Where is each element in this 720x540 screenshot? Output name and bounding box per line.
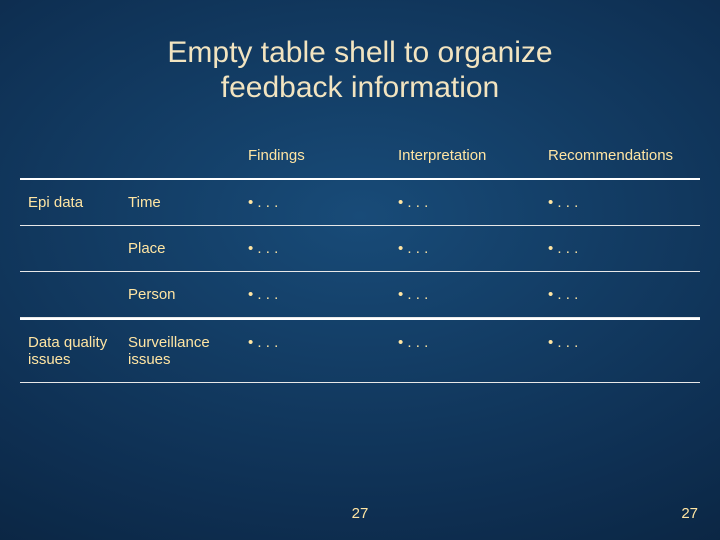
title-line-1: Empty table shell to organize [167,36,552,69]
interpretation-cell: • . . . [390,272,540,318]
interpretation-cell: • . . . [390,179,540,226]
findings-cell: • . . . [240,319,390,383]
slide: Empty table shell to organize feedback i… [0,0,720,540]
table-header-row: Findings Interpretation Recommendations [20,133,700,178]
sub-cell: Surveillance issues [120,319,240,383]
slide-title: Empty table shell to organize feedback i… [0,0,720,115]
findings-cell: • . . . [240,226,390,272]
recommendations-cell: • . . . [540,319,700,383]
table-row: Person • . . . • . . . • . . . [20,272,700,318]
sub-cell: Person [120,272,240,318]
interpretation-cell: • . . . [390,319,540,383]
header-blank-1 [120,133,240,178]
sub-cell: Place [120,226,240,272]
header-interpretation: Interpretation [390,133,540,178]
table-row: Data quality issues Surveillance issues … [20,319,700,383]
recommendations-cell: • . . . [540,179,700,226]
group-cell: Epi data [20,179,120,226]
page-number-center: 27 [0,505,720,522]
group-cell [20,226,120,272]
group-cell [20,272,120,318]
sub-cell: Time [120,179,240,226]
findings-cell: • . . . [240,272,390,318]
table-row: Place • . . . • . . . • . . . [20,226,700,272]
findings-cell: • . . . [240,179,390,226]
title-line-2: feedback information [221,71,500,104]
header-blank-0 [20,133,120,178]
recommendations-cell: • . . . [540,272,700,318]
recommendations-cell: • . . . [540,226,700,272]
table-row: Epi data Time • . . . • . . . • . . . [20,179,700,226]
feedback-table: Findings Interpretation Recommendations … [20,133,700,383]
page-number-right: 27 [681,505,698,522]
interpretation-cell: • . . . [390,226,540,272]
group-cell: Data quality issues [20,319,120,383]
header-findings: Findings [240,133,390,178]
header-recommendations: Recommendations [540,133,700,178]
